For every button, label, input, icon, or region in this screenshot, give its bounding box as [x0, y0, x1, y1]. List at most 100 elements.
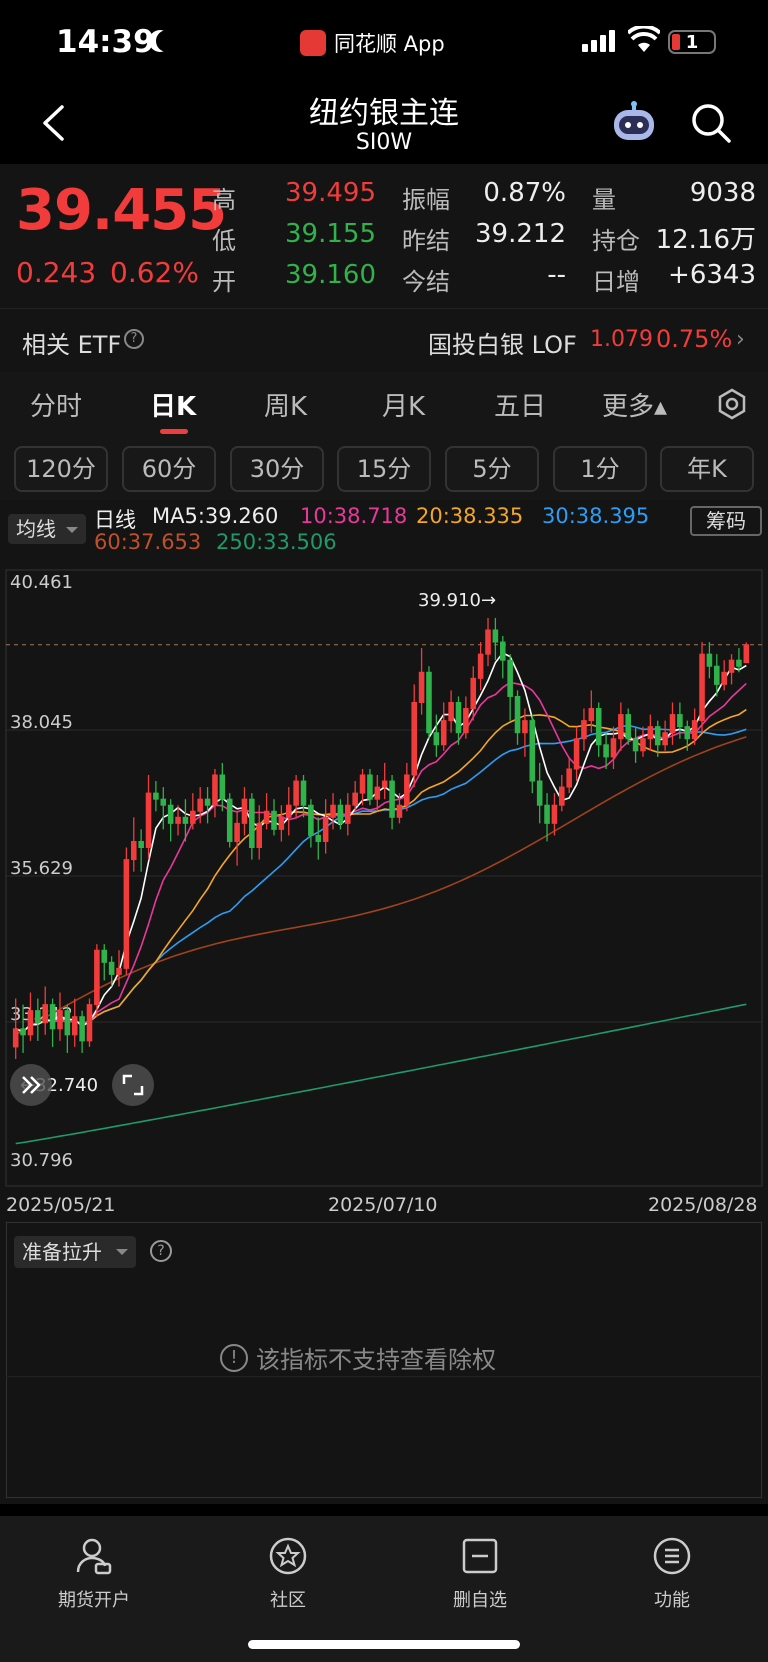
open-interest-label: 持仓 [592, 227, 640, 255]
candle-body [559, 786, 565, 806]
candle-body [736, 659, 742, 667]
section-divider [0, 1504, 768, 1516]
tab-five-day[interactable]: 五日 [494, 386, 546, 423]
candle-body [691, 720, 698, 740]
candle-body [271, 810, 277, 830]
nav-functions[interactable]: 功能 [612, 1536, 732, 1612]
kline-chart-area: 均线 日线 MA5:39.260 10:38.718 20:38.335 30:… [0, 500, 768, 1225]
nav-label: 删自选 [453, 1590, 507, 1611]
ma30-value: 30:38.395 [542, 504, 650, 528]
home-indicator [248, 1640, 520, 1649]
daily-increase-value: +6343 [668, 260, 756, 290]
candle-body [145, 792, 152, 849]
candle-body [116, 967, 122, 975]
candle-body [167, 804, 174, 824]
candle-body [470, 677, 477, 710]
tab-monthly-k[interactable]: 月K [382, 386, 425, 423]
ma-selector-dropdown[interactable]: 均线 [8, 514, 86, 544]
candle-body [249, 798, 255, 849]
candle-body [477, 653, 484, 679]
volume-value: 9038 [689, 178, 756, 208]
candle-body [640, 738, 646, 752]
ma250-value: 250:33.506 [216, 530, 337, 554]
nav-label: 社区 [270, 1590, 306, 1611]
settings-icon[interactable] [716, 388, 748, 420]
candle-body [352, 792, 358, 806]
candle-body [684, 726, 691, 740]
price-change-pct: 0.62% [110, 256, 199, 289]
tab-weekly-k[interactable]: 周K [264, 386, 307, 423]
candle-body [359, 774, 366, 794]
volume-label: 量 [592, 186, 616, 214]
period-60min[interactable]: 60分 [122, 446, 216, 492]
candle-body [153, 792, 159, 800]
candle-body [49, 1004, 56, 1030]
candle-body [440, 720, 447, 746]
app-indicator[interactable]: 同花顺 App [300, 28, 445, 58]
fullscreen-icon [122, 1074, 144, 1096]
candle-body [64, 1010, 71, 1036]
candle-body [241, 798, 248, 824]
period-15min[interactable]: 15分 [337, 446, 431, 492]
candle-body [654, 726, 661, 746]
indicator-message-text: 该指标不支持查看除权 [256, 1346, 496, 1374]
candle-body [35, 1010, 41, 1024]
period-120min[interactable]: 120分 [14, 446, 108, 492]
x-label-start: 2025/05/21 [6, 1194, 116, 1216]
ma20-value: 20:38.335 [416, 504, 524, 528]
tab-intraday[interactable]: 分时 [30, 386, 82, 423]
candle-body [219, 774, 226, 800]
tab-daily-k[interactable]: 日K [150, 386, 196, 423]
ma60-value: 60:37.653 [94, 530, 202, 554]
candle-body [374, 786, 381, 800]
chips-button[interactable]: 筹码 [690, 506, 762, 536]
nav-community[interactable]: 社区 [228, 1536, 348, 1612]
quote-panel: 39.455 0.243 0.62% 高 39.495 低 39.155 开 3… [0, 164, 768, 308]
nav-remove-watchlist[interactable]: 删自选 [420, 1536, 540, 1612]
etf-pct: 0.75% [656, 325, 733, 353]
x-axis-dates: 2025/05/21 2025/07/10 2025/08/28 [0, 1190, 768, 1220]
help-icon[interactable]: ? [124, 329, 144, 349]
nav-futures-account[interactable]: 期货开户 [34, 1536, 154, 1612]
open-interest-value: 12.16万 [655, 225, 756, 255]
candle-body [595, 708, 602, 746]
related-etf-row[interactable]: 相关 ETF ? 国投白银 LOF 1.079 0.75% › [0, 308, 768, 372]
candle-body [234, 822, 240, 842]
x-label-middle: 2025/07/10 [328, 1194, 438, 1216]
fullscreen-button[interactable] [112, 1064, 154, 1106]
candle-body [345, 804, 351, 824]
app-name: 同花顺 App [334, 32, 445, 56]
period-5min[interactable]: 5分 [445, 446, 539, 492]
assistant-robot-icon[interactable] [610, 100, 658, 144]
battery-level: 1 [685, 31, 699, 53]
candle-body [418, 671, 425, 703]
max-price-label: 39.910→ [418, 590, 496, 611]
candle-body [433, 732, 440, 746]
last-price: 39.455 [16, 178, 227, 243]
candle-body [389, 780, 395, 818]
candle-body [714, 665, 720, 685]
remove-watchlist-icon [462, 1538, 498, 1574]
nav-label: 功能 [654, 1590, 690, 1611]
help-icon[interactable]: ? [150, 1240, 172, 1262]
tab-more[interactable]: 更多▴ [602, 386, 667, 423]
candle-body [536, 780, 543, 806]
candle-body [463, 708, 469, 734]
moon-icon [156, 30, 178, 52]
candle-body [677, 714, 683, 728]
candle-body [256, 822, 263, 849]
indicator-selector-dropdown[interactable]: 准备拉升 [14, 1236, 136, 1268]
period-30min[interactable]: 30分 [230, 446, 324, 492]
candle-body [618, 714, 624, 740]
search-icon[interactable] [690, 102, 732, 144]
period-1min[interactable]: 1分 [553, 446, 647, 492]
expand-sidebar-button[interactable] [10, 1064, 52, 1106]
candle-body [190, 810, 196, 824]
candle-body [322, 816, 329, 842]
bottom-nav: 期货开户 社区 删自选 功能 [0, 1516, 768, 1662]
candle-body [573, 738, 580, 770]
period-yearly-k[interactable]: 年K [660, 446, 754, 492]
candle-body [71, 1016, 78, 1036]
candle-body [57, 1010, 63, 1030]
low-value: 39.155 [285, 219, 376, 249]
